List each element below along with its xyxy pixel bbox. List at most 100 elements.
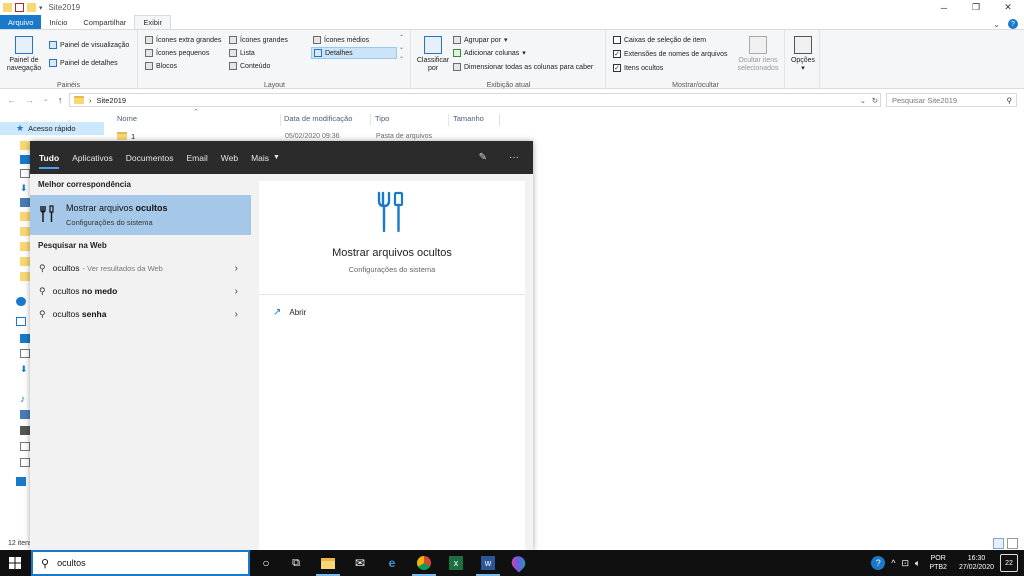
web-result-item[interactable]: ⚲ ocultos no medo › <box>30 280 251 302</box>
image-icon[interactable] <box>20 410 30 419</box>
download-icon[interactable]: ⬇ <box>20 364 30 374</box>
chevron-right-icon[interactable]: › <box>235 286 238 297</box>
address-dropdown-icon[interactable]: ⌄ <box>860 96 866 105</box>
breadcrumb[interactable]: Site2019 <box>97 96 127 105</box>
start-button[interactable] <box>0 550 30 576</box>
forward-arrow-icon[interactable]: → <box>25 95 34 105</box>
file-explorer-icon[interactable] <box>320 555 336 571</box>
qat-dropdown-icon[interactable]: ▾ <box>39 4 43 12</box>
computer-icon[interactable] <box>16 317 26 326</box>
web-result-item[interactable]: ⚲ ocultos - Ver resultados da Web › <box>30 257 251 279</box>
minimize-button[interactable]: ─ <box>928 0 960 15</box>
folder-icon[interactable] <box>20 272 30 281</box>
recent-dropdown-icon[interactable]: ⌄ <box>43 95 49 105</box>
clock[interactable]: 16:30 27/02/2020 <box>959 554 994 572</box>
sort-by-button[interactable]: Classificar por <box>415 36 451 74</box>
excel-icon[interactable]: x <box>448 555 464 571</box>
quick-access-item[interactable]: ★ Acesso rápido <box>0 122 104 135</box>
layout-list[interactable]: Lista <box>229 49 255 57</box>
web-result-item[interactable]: ⚲ ocultos senha › <box>30 303 251 325</box>
chevron-right-icon[interactable]: › <box>235 309 238 320</box>
options-button[interactable]: Opções ▾ <box>789 36 817 74</box>
volume-icon[interactable]: 🔈︎ <box>915 558 920 569</box>
help-icon[interactable]: ? <box>1008 19 1018 29</box>
nav-pane-button[interactable]: Painel de navegação <box>4 36 44 74</box>
network-icon[interactable] <box>16 477 26 486</box>
checkbox-unchecked[interactable] <box>613 36 621 44</box>
feedback-icon[interactable]: ✎ <box>479 152 487 163</box>
tab-inicio[interactable]: Início <box>41 15 75 29</box>
task-view-icon[interactable]: ⧉ <box>288 555 304 571</box>
help-icon[interactable]: ? <box>871 556 886 570</box>
refresh-icon[interactable]: ↻ <box>872 96 878 105</box>
properties-icon[interactable] <box>15 3 24 12</box>
details-pane-button[interactable]: Painel de detalhes <box>49 59 118 67</box>
music-icon[interactable]: ♪ <box>20 394 30 405</box>
group-by-button[interactable]: Agrupar por ▾ <box>453 36 507 44</box>
folder-icon[interactable] <box>20 212 30 221</box>
search-tab-web[interactable]: Web <box>221 141 238 174</box>
table-row[interactable]: 1 <box>117 132 135 141</box>
tab-exibir[interactable]: Exibir <box>134 15 172 29</box>
taskbar-search-input[interactable]: ⚲ ocultos <box>31 550 250 576</box>
search-tab-email[interactable]: Email <box>187 141 208 174</box>
back-arrow-icon[interactable]: ← <box>7 95 16 105</box>
chevron-right-icon[interactable]: › <box>235 263 238 274</box>
document-icon[interactable] <box>20 169 30 178</box>
network-icon[interactable]: ⊡ <box>901 558 909 569</box>
up-arrow-icon[interactable]: ↑ <box>58 95 63 105</box>
address-bar[interactable]: › Site2019 ⌄ ↻ <box>69 93 881 107</box>
layout-scroll-icon[interactable]: ⌃ ⌄ ⌄ <box>399 34 404 63</box>
layout-tiles[interactable]: Blocos <box>145 62 177 70</box>
edge-icon[interactable]: e <box>384 555 400 571</box>
search-tab-tudo[interactable]: Tudo <box>39 141 60 174</box>
layout-medium[interactable]: Ícones médios <box>313 36 369 44</box>
close-button[interactable]: ✕ <box>992 0 1024 15</box>
language-indicator[interactable]: POR PTB2 <box>929 554 947 572</box>
folder-icon[interactable] <box>20 141 30 150</box>
layout-content[interactable]: Conteúdo <box>229 62 270 70</box>
layout-extra-large[interactable]: Ícones extra grandes <box>145 36 221 44</box>
search-tab-mais[interactable]: Mais ▼ <box>251 141 280 174</box>
layout-large[interactable]: Ícones grandes <box>229 36 288 44</box>
hidden-items-toggle[interactable]: ✓ Itens ocultos <box>613 64 663 72</box>
checkbox-checked[interactable]: ✓ <box>613 50 621 58</box>
cortana-icon[interactable]: ○ <box>258 555 274 571</box>
best-match-item[interactable]: Mostrar arquivos ocultos Configurações d… <box>30 195 251 235</box>
open-action[interactable]: ↗ Abrir <box>273 307 306 318</box>
layout-small[interactable]: Ícones pequenos <box>145 49 209 57</box>
search-tab-documentos[interactable]: Documentos <box>126 141 174 174</box>
search-tab-aplicativos[interactable]: Aplicativos <box>72 141 113 174</box>
chevron-down-icon[interactable]: ⌄ <box>993 20 1000 29</box>
restore-button[interactable]: ❐ <box>960 0 992 15</box>
hide-selected-button[interactable]: Ocultar itens selecionados <box>734 36 782 74</box>
file-extensions-toggle[interactable]: ✓ Extensões de nomes de arquivos <box>613 50 728 58</box>
new-folder-icon[interactable] <box>27 3 36 12</box>
folder-icon[interactable] <box>20 242 30 251</box>
large-icons-view-icon[interactable] <box>1007 538 1018 549</box>
word-icon[interactable]: w <box>480 555 496 571</box>
desktop-icon[interactable] <box>20 334 30 343</box>
column-header-date[interactable]: Data de modificação <box>281 114 371 126</box>
column-header-type[interactable]: Tipo <box>372 114 449 126</box>
preview-pane-button[interactable]: Painel de visualização <box>49 41 129 49</box>
tab-arquivo[interactable]: Arquivo <box>0 15 42 29</box>
onedrive-icon[interactable] <box>16 297 26 306</box>
item-checkboxes-toggle[interactable]: Caixas de seleção de item <box>613 36 706 44</box>
document-icon[interactable] <box>20 349 30 358</box>
folder-search-input[interactable]: Pesquisar Site2019 ⚲ <box>886 93 1017 107</box>
mail-icon[interactable]: ✉ <box>352 555 368 571</box>
details-view-icon[interactable] <box>993 538 1004 549</box>
desktop-icon[interactable] <box>20 155 30 164</box>
folder-icon[interactable] <box>20 257 30 266</box>
image-icon[interactable] <box>20 198 30 207</box>
size-columns-button[interactable]: Dimensionar todas as colunas para caber <box>453 63 593 71</box>
download-icon[interactable]: ⬇ <box>20 183 30 193</box>
chrome-icon[interactable] <box>416 555 432 571</box>
add-columns-button[interactable]: Adicionar colunas ▾ <box>453 49 526 57</box>
video-icon[interactable] <box>20 426 30 435</box>
drive-icon[interactable] <box>20 442 30 451</box>
folder-icon[interactable] <box>20 227 30 236</box>
chevron-up-icon[interactable]: ^ <box>891 558 895 568</box>
layout-details[interactable]: Detalhes <box>311 47 397 59</box>
